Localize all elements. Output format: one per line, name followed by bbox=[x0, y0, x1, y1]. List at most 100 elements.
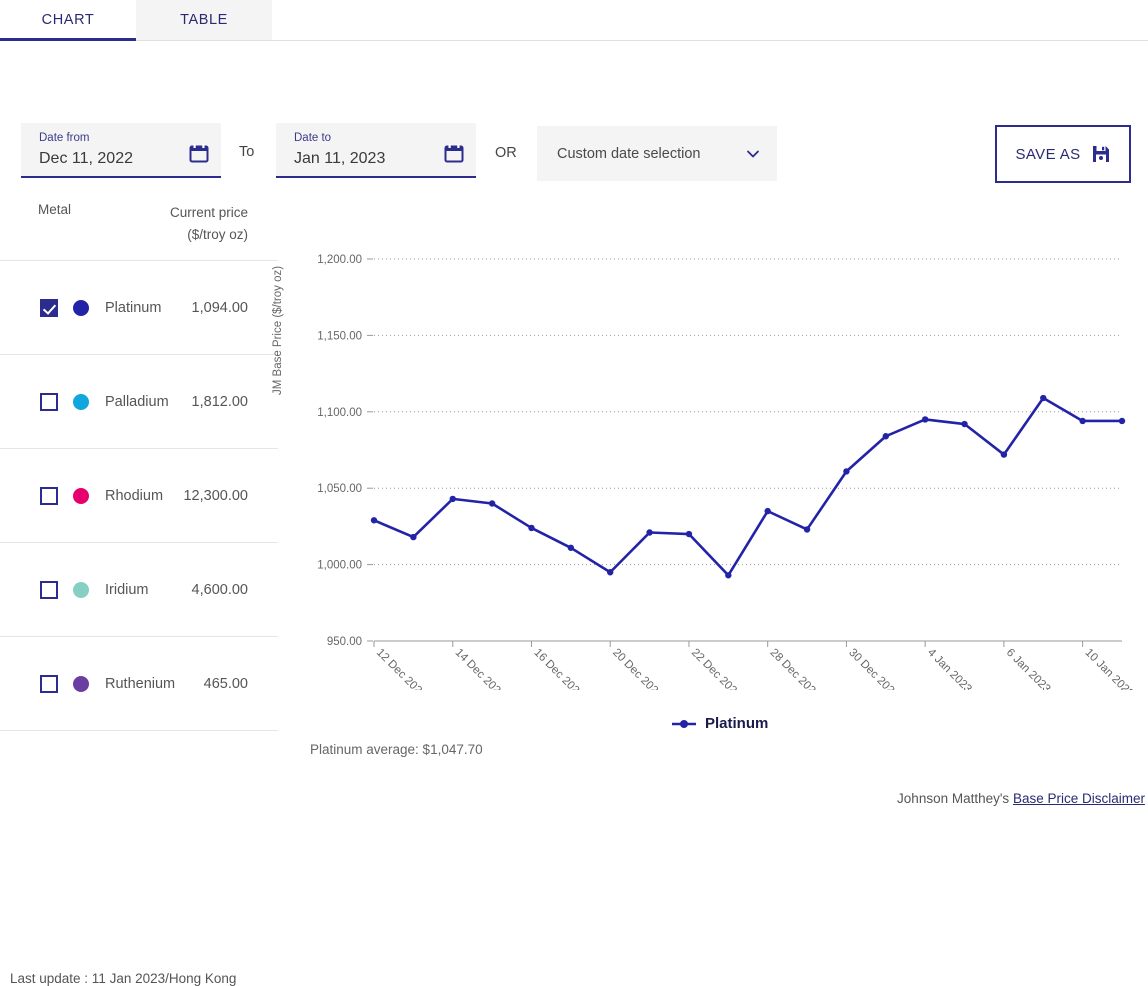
price-column-header: Current price ($/troy oz) bbox=[170, 202, 248, 246]
date-range-separator: To bbox=[239, 144, 254, 160]
chart-data-point[interactable] bbox=[922, 416, 928, 422]
metal-column-header: Metal bbox=[38, 202, 71, 246]
metal-name: Platinum bbox=[105, 300, 161, 316]
metal-sidebar: Metal Current price ($/troy oz) Platinum… bbox=[0, 190, 278, 731]
metal-price: 4,600.00 bbox=[192, 582, 248, 598]
tab-bar: CHART TABLE bbox=[0, 0, 1148, 41]
metal-table-header: Metal Current price ($/troy oz) bbox=[0, 190, 278, 261]
x-axis-tick-label: 14 Dec 2022 bbox=[453, 647, 508, 690]
metal-list: Platinum 1,094.00 Palladium 1,812.00 Rhodium… bbox=[0, 261, 278, 731]
metal-name: Ruthenium bbox=[105, 676, 175, 692]
x-axis-tick-label: 28 Dec 2022 bbox=[768, 647, 823, 690]
platinum-average-text: Platinum average: $1,047.70 bbox=[310, 742, 483, 757]
legend-marker-icon bbox=[671, 718, 697, 730]
chart-data-point[interactable] bbox=[883, 433, 889, 439]
tab-table[interactable]: TABLE bbox=[136, 0, 272, 40]
y-axis-tick-label: 1,200.00 bbox=[317, 254, 362, 266]
tab-chart[interactable]: CHART bbox=[0, 0, 136, 40]
chart-data-point[interactable] bbox=[804, 526, 810, 532]
metal-row[interactable]: Rhodium 12,300.00 bbox=[0, 449, 278, 543]
metal-color-dot bbox=[73, 488, 89, 504]
date-to-field[interactable]: Date to Jan 11, 2023 bbox=[276, 123, 476, 178]
tab-table-label: TABLE bbox=[180, 12, 228, 28]
metal-row[interactable]: Palladium 1,812.00 bbox=[0, 355, 278, 449]
platinum-price-line-chart[interactable]: 950.00 1,000.00 1,050.00 1,100.00 1,150.00 1,… bbox=[278, 190, 1148, 690]
metal-row[interactable]: Ruthenium 465.00 bbox=[0, 637, 278, 731]
chart-data-point[interactable] bbox=[1001, 451, 1007, 457]
metal-price: 1,094.00 bbox=[192, 300, 248, 316]
date-from-field[interactable]: Date from Dec 11, 2022 bbox=[21, 123, 221, 178]
date-from-label: Date from bbox=[39, 131, 211, 145]
chevron-down-icon bbox=[745, 146, 761, 162]
x-axis-tick-label: 10 Jan 2023 bbox=[1083, 647, 1136, 690]
metal-price: 1,812.00 bbox=[192, 394, 248, 410]
x-axis-tick-label: 6 Jan 2023 bbox=[1004, 647, 1053, 690]
chart-data-point[interactable] bbox=[961, 421, 967, 427]
chart-data-point[interactable] bbox=[489, 500, 495, 506]
chart-data-point[interactable] bbox=[646, 529, 652, 535]
disclaimer-prefix: Johnson Matthey's bbox=[897, 791, 1009, 806]
y-axis-tick-label: 950.00 bbox=[327, 636, 362, 648]
chart-data-point[interactable] bbox=[607, 569, 613, 575]
custom-date-selection-value: Custom date selection bbox=[557, 146, 745, 162]
metal-checkbox-palladium[interactable] bbox=[40, 393, 58, 411]
y-axis-tick-label: 1,100.00 bbox=[317, 407, 362, 419]
metal-name: Rhodium bbox=[105, 488, 163, 504]
chart-legend[interactable]: Platinum bbox=[671, 715, 768, 732]
disclaimer-footer: Johnson Matthey's Base Price Disclaimer bbox=[897, 791, 1145, 806]
x-axis-tick-label: 30 Dec 2022 bbox=[846, 647, 901, 690]
chart-data-point[interactable] bbox=[843, 468, 849, 474]
chart-data-point[interactable] bbox=[568, 545, 574, 551]
metal-color-dot bbox=[73, 676, 89, 692]
metal-row[interactable]: Iridium 4,600.00 bbox=[0, 543, 278, 637]
chart-data-point[interactable] bbox=[1119, 418, 1125, 424]
metal-price: 465.00 bbox=[204, 676, 248, 692]
metal-row[interactable]: Platinum 1,094.00 bbox=[0, 261, 278, 355]
date-to-value: Jan 11, 2023 bbox=[294, 147, 466, 171]
chart-data-point[interactable] bbox=[725, 572, 731, 578]
chart-data-point[interactable] bbox=[1079, 418, 1085, 424]
metal-color-dot bbox=[73, 394, 89, 410]
chart-data-point[interactable] bbox=[410, 534, 416, 540]
metal-color-dot bbox=[73, 300, 89, 316]
date-to-label: Date to bbox=[294, 131, 466, 145]
calendar-icon[interactable] bbox=[189, 143, 209, 163]
chart-data-point[interactable] bbox=[371, 517, 377, 523]
legend-label-platinum: Platinum bbox=[705, 715, 768, 732]
price-header-line2: ($/troy oz) bbox=[170, 224, 248, 246]
custom-date-selection-dropdown[interactable]: Custom date selection bbox=[537, 126, 777, 181]
y-axis-tick-label: 1,150.00 bbox=[317, 330, 362, 342]
metal-checkbox-iridium[interactable] bbox=[40, 581, 58, 599]
last-update-text: Last update : 11 Jan 2023/Hong Kong bbox=[10, 971, 236, 986]
base-price-disclaimer-link[interactable]: Base Price Disclaimer bbox=[1013, 791, 1145, 806]
y-axis-tick-label: 1,000.00 bbox=[317, 560, 362, 572]
price-header-line1: Current price bbox=[170, 202, 248, 224]
save-as-button[interactable]: SAVE AS bbox=[995, 125, 1131, 183]
x-axis-tick-label: 20 Dec 2022 bbox=[610, 647, 665, 690]
tab-chart-label: CHART bbox=[42, 12, 95, 28]
metal-price: 12,300.00 bbox=[183, 488, 248, 504]
or-separator: OR bbox=[495, 145, 517, 161]
x-axis-tick-label: 22 Dec 2022 bbox=[689, 647, 744, 690]
date-from-value: Dec 11, 2022 bbox=[39, 147, 211, 171]
chart-data-point[interactable] bbox=[450, 496, 456, 502]
chart-data-point[interactable] bbox=[1040, 395, 1046, 401]
chart-data-point[interactable] bbox=[764, 508, 770, 514]
calendar-icon[interactable] bbox=[444, 143, 464, 163]
save-as-label: SAVE AS bbox=[1015, 146, 1080, 163]
chart-data-point[interactable] bbox=[528, 525, 534, 531]
metal-checkbox-platinum[interactable] bbox=[40, 299, 58, 317]
x-axis-tick-label: 12 Dec 2022 bbox=[374, 647, 429, 690]
chart-panel: JM Base Price ($/troy oz) 950.001,000.00… bbox=[278, 190, 1148, 780]
chart-data-point[interactable] bbox=[686, 531, 692, 537]
metal-color-dot bbox=[73, 582, 89, 598]
metal-checkbox-ruthenium[interactable] bbox=[40, 675, 58, 693]
x-axis-tick-label: 4 Jan 2023 bbox=[925, 647, 974, 690]
metal-name: Iridium bbox=[105, 582, 149, 598]
filter-bar: Date from Dec 11, 2022 To Date to Jan 11… bbox=[0, 41, 1148, 169]
metal-name: Palladium bbox=[105, 394, 169, 410]
save-disk-icon bbox=[1091, 144, 1111, 164]
x-axis-tick-label: 16 Dec 2022 bbox=[531, 647, 586, 690]
metal-checkbox-rhodium[interactable] bbox=[40, 487, 58, 505]
y-axis-tick-label: 1,050.00 bbox=[317, 483, 362, 495]
